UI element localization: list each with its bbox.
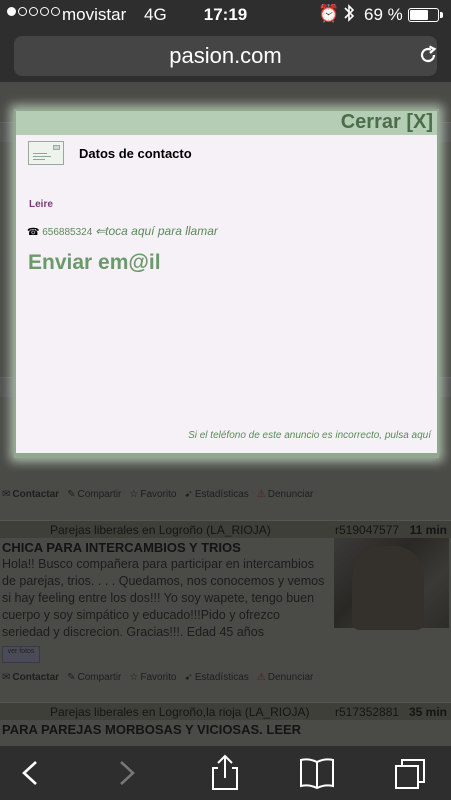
listing-header: Parejas liberales en Logroño,la rioja (L… (0, 702, 451, 720)
share-action[interactable]: ✎ Compartir (67, 672, 121, 683)
forward-button[interactable] (105, 754, 145, 792)
stats-icon: ➹ (184, 671, 193, 683)
bookmarks-button[interactable] (297, 754, 337, 792)
modal-footer-bar (16, 453, 437, 456)
listing-text[interactable]: Hola!! Busco compañera para participar e… (2, 556, 328, 641)
action-bar: ✉ Contactar ✎ Compartir ☆ Favorito ➹ Estadís… (2, 669, 313, 685)
listing-category[interactable]: Parejas liberales en Logroño (LA_RIOJA) (50, 523, 271, 537)
share-action[interactable]: ✎ Compartir (67, 489, 121, 500)
book-icon (300, 758, 334, 790)
contact-action[interactable]: ✉ Contactar (2, 672, 59, 683)
listing-category[interactable]: Parejas liberales en Logroño,la rioja (L… (50, 705, 309, 719)
star-icon: ☆ (129, 488, 139, 500)
contact-card-icon (28, 141, 64, 165)
share-icon: ✎ (67, 488, 76, 500)
status-bar: movistar 4G 17:19 ⏰ 69 % (0, 0, 451, 30)
tabs-button[interactable] (392, 754, 432, 792)
phone-link[interactable]: ☎ 656885324 ⇐toca aquí para llamar (27, 224, 218, 238)
send-email-link[interactable]: Enviar em@il (28, 251, 161, 275)
favorite-action[interactable]: ☆ Favorito (129, 489, 176, 500)
phone-icon: ☎ (27, 227, 40, 238)
listing-ref: r519047577 (335, 523, 400, 537)
contact-modal: Cerrar [X] Datos de contacto Leire ☎ 656… (14, 109, 439, 458)
share-button[interactable] (205, 754, 245, 792)
stats-icon: ➹ (184, 488, 193, 500)
alarm-icon: ⏰ (318, 4, 340, 23)
warning-icon: ⚠ (256, 488, 266, 500)
modal-header: Cerrar [X] (16, 111, 437, 135)
report-action[interactable]: ⚠ Denunciar (257, 672, 314, 683)
chevron-right-icon (120, 761, 135, 785)
listing-title[interactable]: CHICA PARA INTERCAMBIOS Y TRIOS (2, 540, 241, 555)
battery-tip (440, 12, 443, 18)
close-button[interactable]: Cerrar [X] (341, 111, 433, 134)
battery-icon (408, 8, 439, 22)
call-hint: ⇐toca aquí para llamar (95, 224, 218, 238)
warning-icon: ⚠ (256, 671, 266, 683)
favorite-action[interactable]: ☆ Favorito (129, 672, 176, 683)
view-photos-button[interactable]: ver fotos (2, 646, 40, 663)
modal-title: Datos de contacto (79, 146, 192, 161)
url-field[interactable]: pasion.com (14, 36, 437, 76)
envelope-icon: ✉ (2, 488, 11, 500)
listing-age: 11 min (409, 523, 447, 537)
reload-icon[interactable] (417, 30, 439, 73)
chevron-left-icon (22, 761, 37, 785)
listing-title[interactable]: PARA PAREJAS MORBOSAS Y VICIOSAS. LEER (2, 722, 301, 737)
contact-name: Leire (29, 199, 53, 210)
report-phone-link[interactable]: Si el teléfono de este anuncio es incorr… (188, 430, 431, 441)
listing-header: Parejas liberales en Logroño (LA_RIOJA) … (0, 520, 451, 538)
tabs-icon (395, 759, 425, 789)
stats-action[interactable]: ➹ Estadísticas (184, 489, 248, 500)
report-action[interactable]: ⚠ Denunciar (257, 489, 314, 500)
action-bar: ✉ Contactar ✎ Compartir ☆ Favorito ➹ Estadís… (2, 486, 313, 502)
envelope-icon: ✉ (2, 671, 11, 683)
listing-ref: r517352881 (335, 705, 400, 719)
share-icon (212, 754, 238, 790)
bluetooth-icon (343, 3, 355, 28)
battery-percent: 69 % (364, 5, 403, 24)
listing-photo[interactable] (334, 538, 449, 630)
share-icon: ✎ (67, 671, 76, 683)
phone-number[interactable]: 656885324 (42, 227, 92, 238)
star-icon: ☆ (129, 671, 139, 683)
contact-action[interactable]: ✉ Contactar (2, 489, 59, 500)
browser-toolbar (0, 746, 451, 800)
back-button[interactable] (12, 754, 52, 792)
url-text: pasion.com (169, 43, 282, 68)
address-bar: pasion.com (0, 30, 451, 82)
listing-age: 35 min (408, 705, 447, 719)
stats-action[interactable]: ➹ Estadísticas (184, 672, 248, 683)
